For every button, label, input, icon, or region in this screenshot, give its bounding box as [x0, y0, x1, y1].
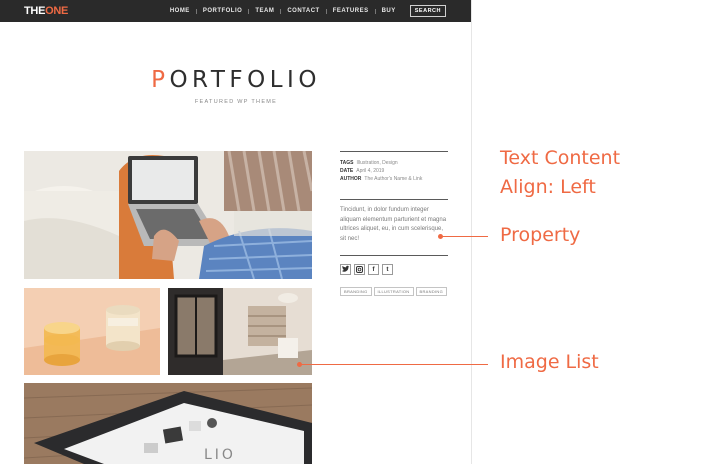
portfolio-image-tablet[interactable]: LIO	[24, 383, 312, 464]
nav-portfolio[interactable]: PORTFOLIO	[197, 8, 249, 14]
logo[interactable]: THEONE	[24, 5, 68, 17]
annotation-text-content: Text Content Align: Left	[500, 144, 620, 202]
top-navigation-bar: THEONE HOME PORTFOLIO TEAM CONTACT FEATU…	[0, 0, 471, 22]
meta-author-label: AUTHOR	[340, 176, 362, 182]
logo-part-a: THE	[24, 5, 46, 17]
meta-date-value: April 4, 2019	[356, 168, 385, 174]
page-subtitle: FEATURED WP THEME	[194, 99, 278, 105]
meta-bottom-rule	[340, 255, 448, 256]
meta-author-row: AUTHOR The Author's Name & Link	[340, 176, 422, 182]
candle-illustration	[24, 288, 160, 375]
room-illustration	[168, 288, 312, 375]
facebook-icon[interactable]: f	[368, 264, 379, 275]
twitter-icon[interactable]	[340, 264, 351, 275]
project-description: Tincidunt, in dolor fundum integer aliqu…	[340, 207, 447, 242]
tag-chip-branding-2[interactable]: BRANDING	[415, 287, 448, 296]
nav-buy[interactable]: BUY	[376, 8, 402, 14]
svg-text:LIO: LIO	[204, 447, 236, 463]
annotation-image-list: Image List	[500, 351, 599, 373]
website-mockup: THEONE HOME PORTFOLIO TEAM CONTACT FEATU…	[0, 0, 472, 464]
search-button[interactable]: SEARCH	[409, 5, 446, 17]
nav-contact[interactable]: CONTACT	[281, 8, 325, 14]
page-title-first-letter: P	[151, 67, 170, 93]
meta-tags-label: TAGS	[340, 160, 354, 166]
portfolio-image-laptop[interactable]	[24, 151, 312, 279]
meta-tags-row: TAGS Illustration, Design	[340, 160, 398, 166]
nav-team[interactable]: TEAM	[249, 8, 280, 14]
meta-author-value[interactable]: The Author's Name & Link	[364, 176, 422, 182]
page-title: PORTFOLIO	[0, 67, 471, 93]
tag-chip-illustration[interactable]: ILLUSTRATION	[373, 287, 414, 296]
meta-mid-rule	[340, 199, 448, 200]
laptop-scene-illustration	[24, 151, 312, 279]
social-share-icons: f t	[340, 264, 393, 275]
annotation-line-property	[442, 236, 488, 237]
annotation-line-image-list	[301, 364, 488, 365]
portfolio-image-candle[interactable]	[24, 288, 160, 375]
tumblr-icon[interactable]: t	[382, 264, 393, 275]
meta-date-row: DATE April 4, 2019	[340, 168, 384, 174]
nav-home[interactable]: HOME	[164, 8, 196, 14]
meta-top-rule	[340, 151, 448, 152]
page-title-rest: ORTFOLIO	[169, 67, 321, 93]
tag-chips: BRANDING ILLUSTRATION BRANDING	[340, 287, 448, 296]
tag-chip-branding[interactable]: BRANDING	[340, 287, 372, 296]
logo-part-b: ONE	[45, 5, 69, 17]
annotation-text-line-2: Align: Left	[500, 176, 596, 198]
meta-tags-value[interactable]: Illustration, Design	[357, 160, 398, 166]
nav-features[interactable]: FEATURES	[327, 8, 375, 14]
meta-date-label: DATE	[340, 168, 354, 174]
tablet-illustration: LIO	[24, 383, 312, 464]
annotation-text-line-1: Text Content	[500, 147, 621, 169]
portfolio-image-room[interactable]	[168, 288, 312, 375]
instagram-icon[interactable]	[354, 264, 365, 275]
annotation-property: Property	[500, 224, 581, 246]
main-nav: HOME PORTFOLIO TEAM CONTACT FEATURES BUY…	[164, 0, 446, 22]
annotated-screenshot: THEONE HOME PORTFOLIO TEAM CONTACT FEATU…	[0, 0, 718, 464]
